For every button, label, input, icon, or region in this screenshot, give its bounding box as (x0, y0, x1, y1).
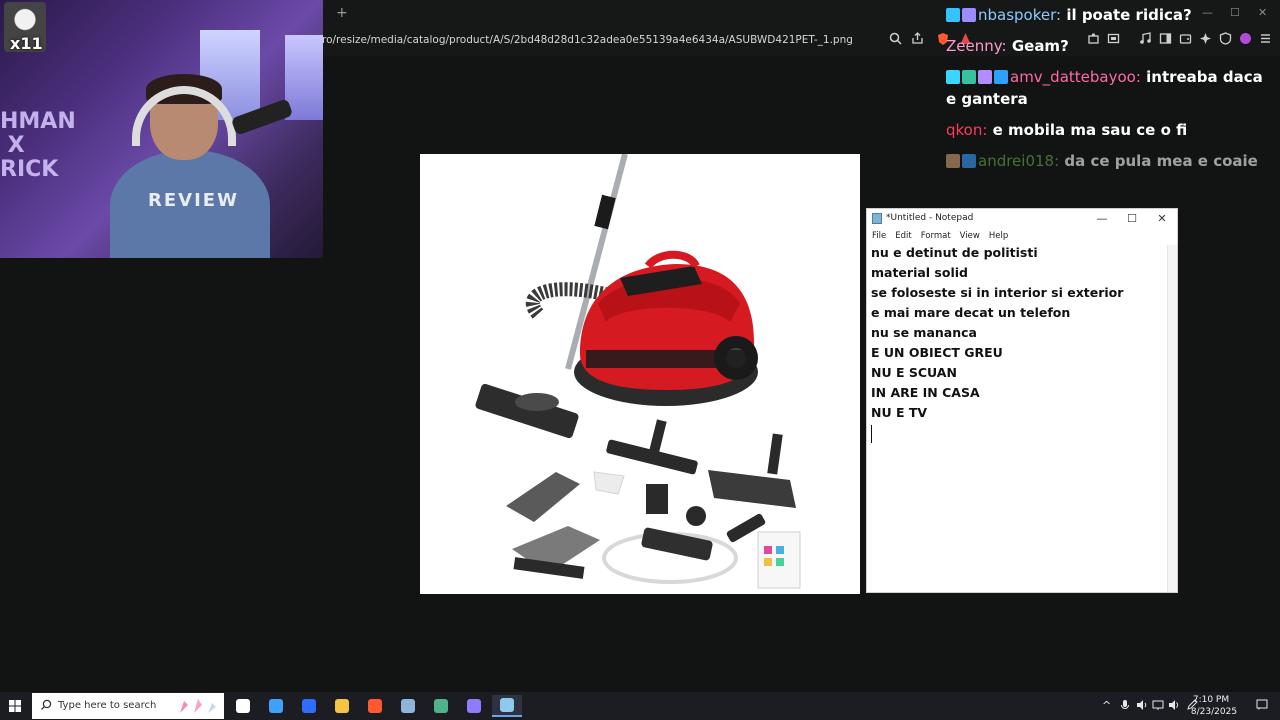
task-view-app[interactable] (228, 695, 258, 717)
menu-view[interactable]: View (959, 228, 984, 244)
clock-time[interactable]: 7:10 PM (1186, 695, 1236, 705)
chat-text: e mobila ma sau ce o fi (992, 121, 1188, 139)
chat-message: andrei018: da ce pula mea e coaie (946, 150, 1276, 172)
chat-username: andrei018: (978, 152, 1060, 170)
notepad-title: *Untitled - Notepad (886, 213, 974, 223)
notepad-line: material solid (871, 265, 968, 280)
vacuum-cleaner-illustration (475, 153, 801, 589)
notepad-line: NU E SCUAN (871, 365, 957, 380)
notepad-line: NU E TV (871, 405, 928, 420)
streamer-figure: REVIEW (110, 74, 270, 258)
chat-badge-icon (994, 70, 1008, 84)
windows-taskbar: Type here to search ^ 7:10 PM 8/23/2025 (0, 692, 1280, 720)
new-tab-button[interactable]: + (336, 5, 348, 21)
menu-format[interactable]: Format (920, 228, 955, 244)
notepad-app-icon (500, 698, 514, 712)
chat-username: qkon: (946, 121, 988, 139)
chat-badge-icon (946, 70, 960, 84)
notepad-menu-bar: File Edit Format View Help (867, 228, 1177, 244)
volume-tray-icon[interactable] (1168, 699, 1180, 714)
chat-message: nbaspoker: il poate ridica? (946, 4, 1276, 26)
menu-edit[interactable]: Edit (894, 228, 915, 244)
notepad-close-button[interactable]: ✕ (1147, 210, 1177, 227)
system-tray: ^ 7:10 PM 8/23/2025 (1090, 692, 1280, 720)
discord-app[interactable] (459, 695, 489, 717)
menu-file[interactable]: File (871, 228, 890, 244)
notepad-line: IN ARE IN CASA (871, 385, 980, 400)
notepad-line: nu se mananca (871, 325, 977, 340)
product-image (420, 153, 860, 594)
channel-tag: x11 (10, 34, 43, 53)
chat-text: il poate ridica? (1066, 6, 1192, 24)
terminal-app[interactable] (426, 695, 456, 717)
brave-app-icon (368, 699, 382, 713)
chat-username: amv_dattebayoo: (1010, 68, 1141, 86)
chat-badge-icon (962, 154, 976, 168)
chat-username: Zeenny: (946, 37, 1007, 55)
chat-username: nbaspoker: (978, 6, 1062, 24)
steam-app[interactable] (393, 695, 423, 717)
notepad-line: E UN OBIECT GREU (871, 345, 1003, 360)
speaker-tray-icon[interactable] (1136, 699, 1148, 714)
notepad-line: nu e detinut de politisti (871, 245, 1038, 260)
streamer-webcam: HMAN X RICK REVIEW x11 (0, 0, 323, 258)
search-icon (41, 699, 52, 710)
task-view-app-icon (236, 699, 250, 713)
terminal-app-icon (434, 699, 448, 713)
chat-text: da ce pula mea e coaie (1064, 152, 1258, 170)
clock-date[interactable]: 8/23/2025 (1184, 707, 1244, 717)
notepad-line: e mai mare decat un telefon (871, 305, 1071, 320)
search-placeholder: Type here to search (58, 700, 157, 711)
file-explorer-app-icon (335, 699, 349, 713)
steam-app-icon (401, 699, 415, 713)
text-caret (871, 425, 872, 443)
menu-help[interactable]: Help (988, 228, 1012, 244)
notepad-app[interactable] (492, 695, 522, 717)
chat-badge-icon (946, 154, 960, 168)
flamingo-search-highlight-icon (180, 699, 216, 713)
chat-badge-icon (962, 70, 976, 84)
notepad-window[interactable]: *Untitled - Notepad — ☐ ✕ File Edit Form… (866, 208, 1178, 593)
tray-chevron-icon[interactable]: ^ (1102, 699, 1111, 712)
share-icon[interactable] (908, 32, 926, 50)
taskbar-search-box[interactable]: Type here to search (32, 693, 224, 719)
notepad-text-area[interactable]: nu e detinut de politisti material solid… (867, 245, 1167, 592)
notification-icon[interactable] (1256, 699, 1268, 714)
notepad-scrollbar[interactable] (1167, 245, 1177, 592)
url-text[interactable]: ro/resize/media/catalog/product/A/S/2bd4… (322, 34, 853, 46)
shirt-text: REVIEW (148, 190, 239, 211)
chat-message: Zeenny: Geam? (946, 35, 1276, 57)
copilot-app[interactable] (261, 695, 291, 717)
notepad-app-icon (872, 213, 882, 224)
chat-text: Geam? (1011, 37, 1069, 55)
stream-chat: nbaspoker: il poate ridica? Zeenny: Geam?… (946, 4, 1276, 181)
notepad-title-bar[interactable]: *Untitled - Notepad — ☐ ✕ (867, 209, 1177, 228)
microphone-tray-icon[interactable] (1120, 699, 1130, 714)
chat-badge-icon (946, 8, 960, 22)
webcam-banner: HMAN X RICK (0, 109, 76, 182)
copilot-alt-app-icon (302, 699, 316, 713)
notepad-minimize-button[interactable]: — (1087, 210, 1117, 227)
zoom-icon[interactable] (886, 32, 904, 50)
brave-app[interactable] (360, 695, 390, 717)
chat-badge-icon (978, 70, 992, 84)
chat-badge-icon (962, 8, 976, 22)
notepad-line: se foloseste si in interior si exterior (871, 285, 1124, 300)
copilot-alt-app[interactable] (294, 695, 324, 717)
chat-message: qkon: e mobila ma sau ce o fi (946, 119, 1276, 141)
discord-app-icon (467, 699, 481, 713)
notepad-maximize-button[interactable]: ☐ (1117, 210, 1147, 227)
chat-message: amv_dattebayoo: intreaba daca e gantera (946, 66, 1276, 110)
network-tray-icon[interactable] (1152, 699, 1164, 714)
copilot-app-icon (269, 699, 283, 713)
file-explorer-app[interactable] (327, 695, 357, 717)
windows-start-icon[interactable] (4, 696, 26, 716)
